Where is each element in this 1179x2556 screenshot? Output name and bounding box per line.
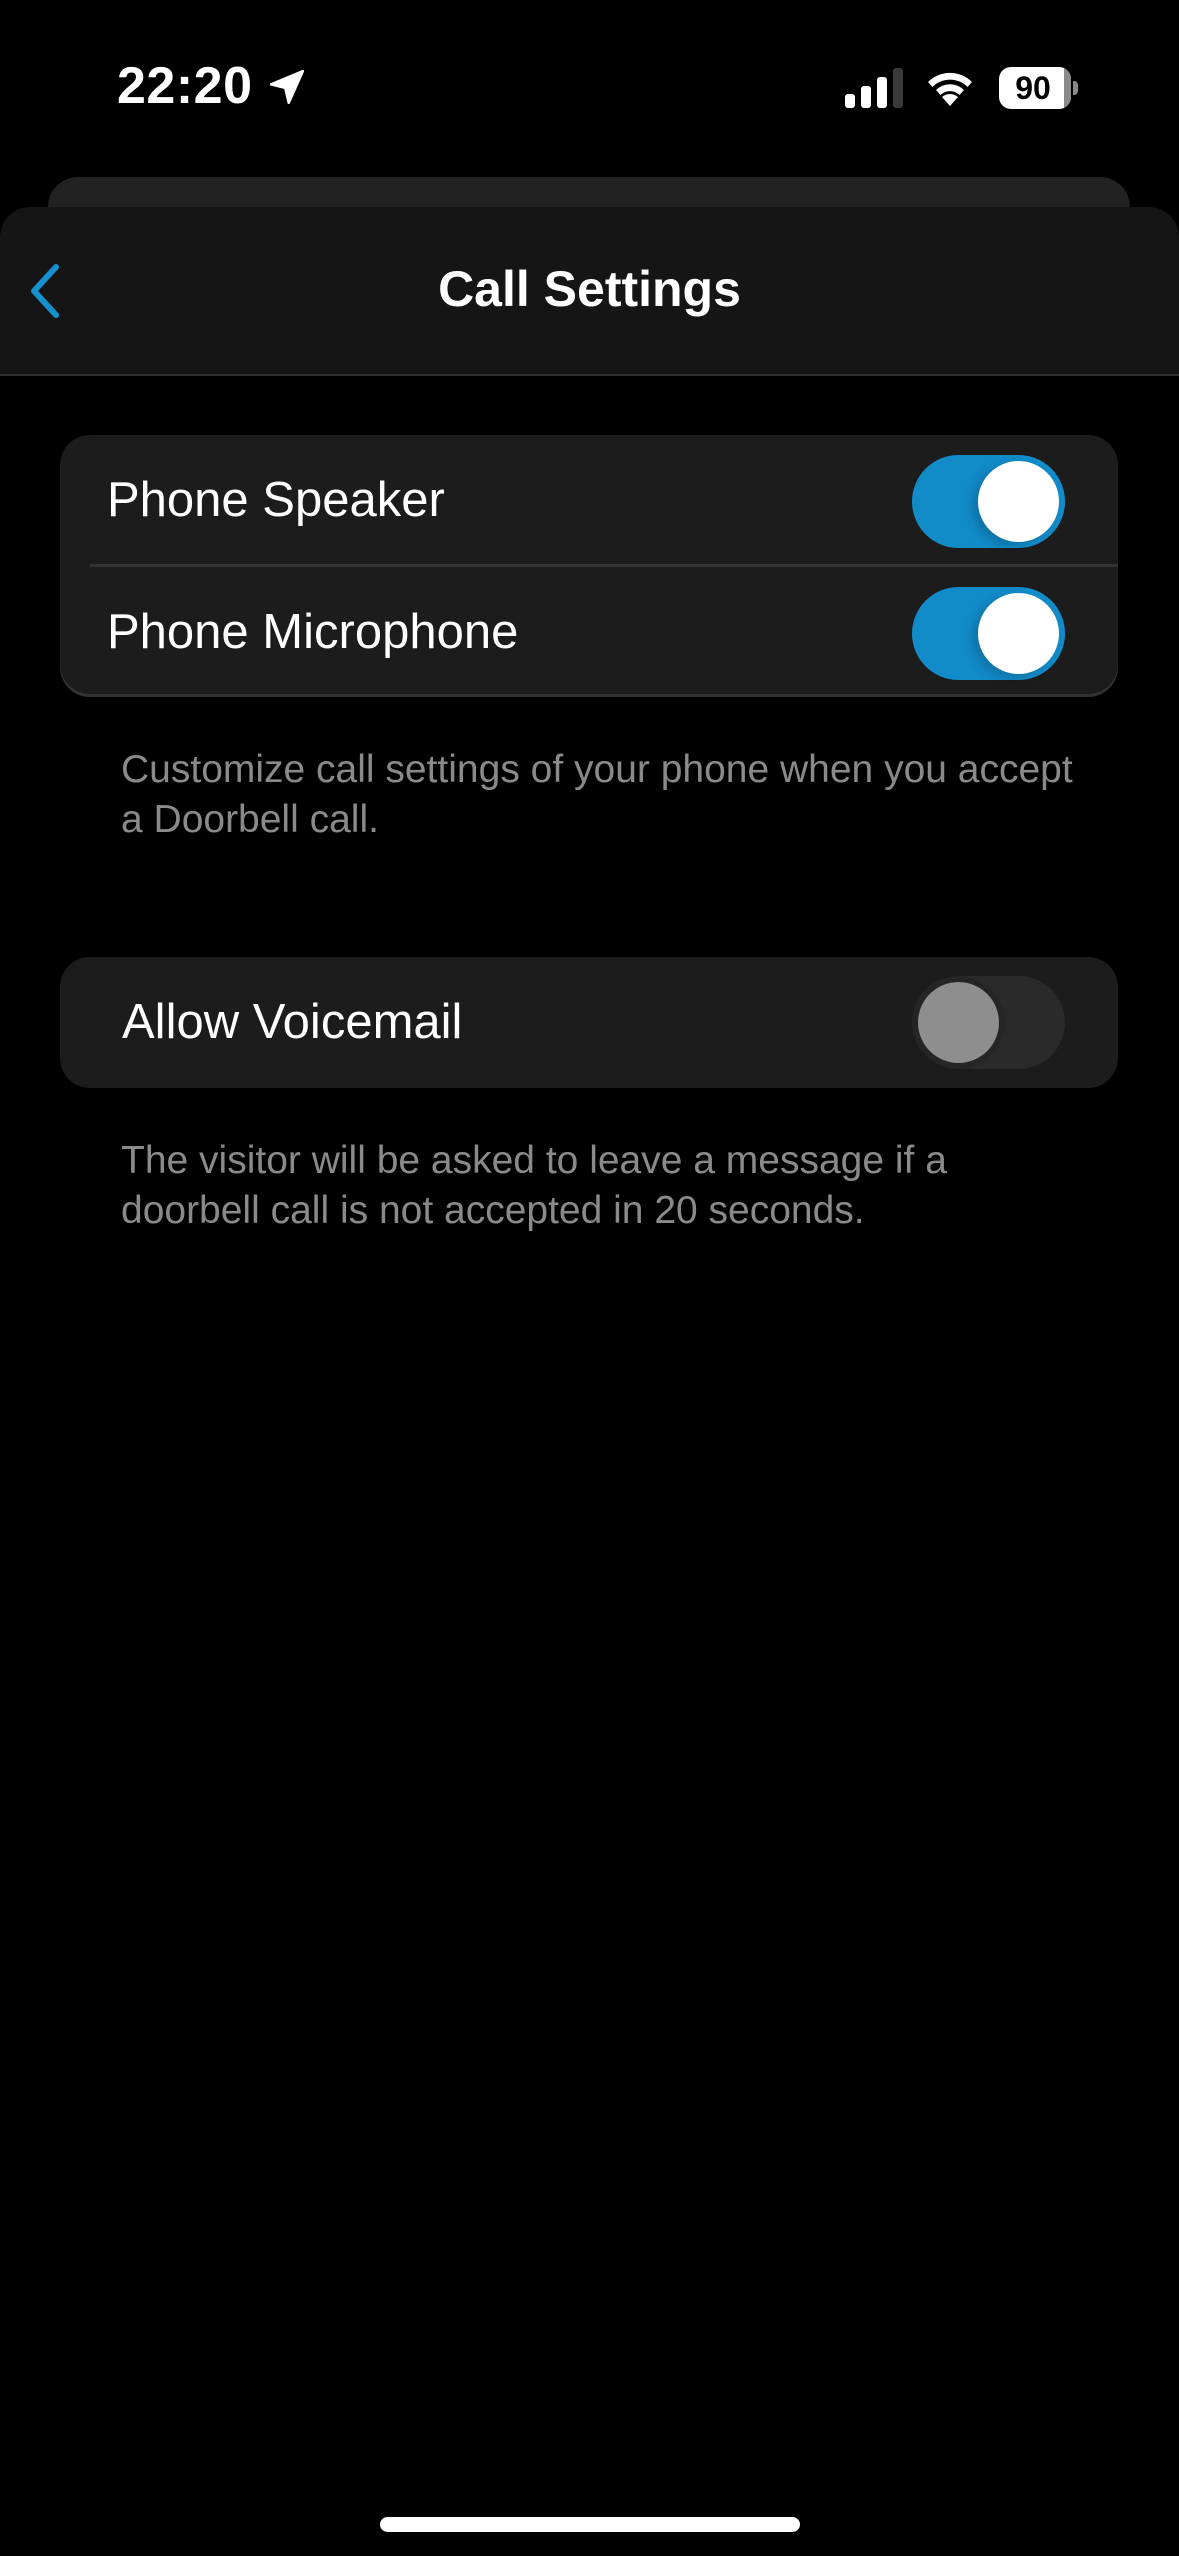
home-indicator[interactable] [380, 2517, 800, 2532]
location-arrow-icon [269, 69, 305, 105]
navigation-bar: Call Settings [0, 207, 1179, 376]
wifi-icon [928, 72, 972, 106]
setting-label: Phone Microphone [107, 605, 519, 659]
setting-row-phone-speaker: Phone Speaker [60, 435, 1118, 565]
status-time: 22:20 [117, 57, 253, 115]
voicemail-footer-note: The visitor will be asked to leave a mes… [121, 1139, 947, 1232]
call-audio-settings-group: Phone Speaker Phone Microphone [60, 435, 1118, 697]
toggle-thumb [918, 982, 999, 1063]
toggle-thumb [978, 593, 1059, 674]
battery-nub [1073, 81, 1078, 95]
call-settings-sheet: Call Settings Phone Speaker Phone Microp… [0, 207, 1179, 2556]
setting-label: Phone Speaker [107, 473, 445, 527]
page-title: Call Settings [438, 261, 741, 317]
phone-speaker-toggle[interactable] [912, 455, 1065, 548]
setting-row-allow-voicemail: Allow Voicemail [60, 957, 1118, 1087]
battery-indicator: 90 [999, 67, 1078, 109]
battery-body: 90 [999, 67, 1071, 109]
setting-row-phone-microphone: Phone Microphone [60, 567, 1118, 697]
phone-microphone-toggle[interactable] [912, 587, 1065, 680]
voicemail-settings-group: Allow Voicemail [60, 957, 1118, 1088]
battery-level: 90 [1015, 70, 1051, 106]
call-settings-footer-note: Customize call settings of your phone wh… [121, 748, 1073, 841]
allow-voicemail-toggle[interactable] [912, 976, 1065, 1069]
setting-label: Allow Voicemail [122, 995, 463, 1049]
cellular-signal-icon [845, 68, 903, 108]
toggle-thumb [978, 461, 1059, 542]
status-bar: 22:20 90 [0, 0, 1179, 170]
